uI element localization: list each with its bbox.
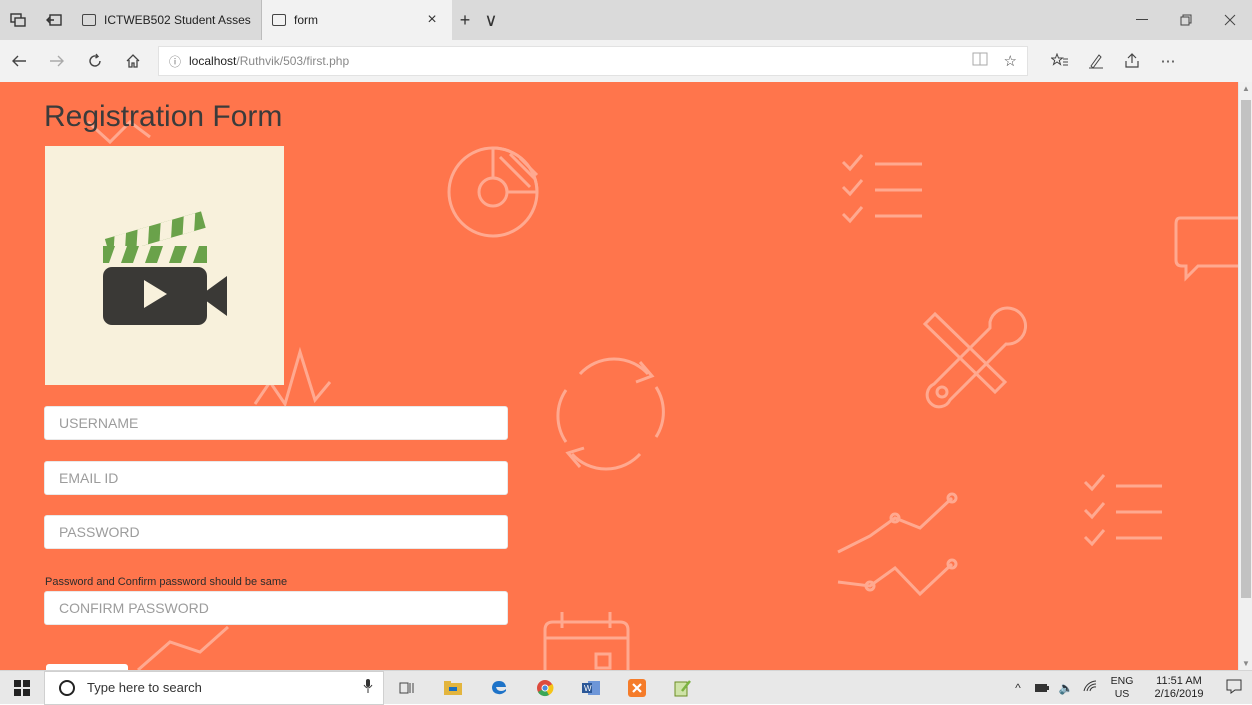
cortana-icon xyxy=(59,679,75,696)
refresh-cycle-decor-icon xyxy=(556,357,665,471)
site-info-icon[interactable]: ⓘ xyxy=(169,53,181,70)
page-icon xyxy=(272,14,286,26)
show-hidden-icons-chevron-icon[interactable]: ^ xyxy=(1006,681,1030,695)
search-placeholder: Type here to search xyxy=(87,680,202,695)
tools-decor-icon xyxy=(922,306,1028,409)
pen-notes-icon[interactable] xyxy=(1078,40,1114,82)
address-toolbar: ⓘ localhost /Ruthvik/503/first.php ☆ ⋯ xyxy=(0,40,1252,82)
home-icon[interactable] xyxy=(114,40,152,82)
checklist-decor-icon-2 xyxy=(1083,474,1162,547)
password-input[interactable] xyxy=(44,515,508,549)
new-tab-button[interactable]: + xyxy=(452,10,478,31)
back-arrow-icon[interactable] xyxy=(0,40,38,82)
speech-bubble-decor-icon xyxy=(1174,216,1238,282)
password-hint: Password and Confirm password should be … xyxy=(45,576,288,588)
windows-start-icon[interactable] xyxy=(0,671,44,705)
xampp-icon[interactable] xyxy=(614,671,660,705)
svg-text:W: W xyxy=(584,684,592,693)
wifi-icon[interactable] xyxy=(1078,680,1102,695)
microphone-icon[interactable] xyxy=(353,679,383,696)
line-graph-decor-icon xyxy=(837,492,958,597)
confirm-password-input[interactable] xyxy=(44,591,508,625)
tab-form[interactable]: form × xyxy=(262,0,452,40)
url-path: /Ruthvik/503/first.php xyxy=(236,54,350,68)
close-window-icon[interactable] xyxy=(1208,0,1252,40)
task-view-icon[interactable] xyxy=(384,671,430,705)
battery-icon[interactable] xyxy=(1030,681,1054,695)
file-explorer-icon[interactable] xyxy=(430,671,476,705)
word-icon[interactable]: W xyxy=(568,671,614,705)
refresh-icon[interactable] xyxy=(76,40,114,82)
browser-title-bar: ICTWEB502 Student Assessi form × + ∨ xyxy=(0,0,1252,40)
region-code: US xyxy=(1114,687,1130,700)
decor-small-graph xyxy=(137,625,229,670)
system-tray: ^ 🔈 ENG US 11:51 AM 2/16/2019 xyxy=(1006,671,1252,705)
address-field[interactable]: ⓘ localhost /Ruthvik/503/first.php ☆ xyxy=(158,46,1028,76)
action-center-icon[interactable] xyxy=(1216,678,1252,697)
restore-icon[interactable] xyxy=(1164,0,1208,40)
page-viewport: Registration Form USERNAME EMAIL ID Pass… xyxy=(0,82,1238,670)
windows-taskbar: Type here to search W ^ 🔈 ENG US 11:51 A… xyxy=(0,670,1252,705)
pdf-page-icon xyxy=(82,14,96,26)
forward-arrow-icon[interactable] xyxy=(38,40,76,82)
input-language[interactable]: ENG US xyxy=(1102,675,1142,701)
checklist-decor-icon xyxy=(841,154,922,224)
calendar-decor-icon xyxy=(543,612,630,670)
reading-view-icon[interactable] xyxy=(972,52,988,70)
url-host: localhost xyxy=(189,54,237,68)
edge-browser-icon[interactable] xyxy=(476,671,522,705)
tab-title: ICTWEB502 Student Assessi xyxy=(104,13,251,27)
logo-image xyxy=(45,146,284,385)
clock[interactable]: 11:51 AM 2/16/2019 xyxy=(1142,675,1216,701)
username-input[interactable] xyxy=(44,406,508,440)
clapperboard-video-icon xyxy=(103,211,227,325)
page-title: Registration Form xyxy=(44,100,283,133)
taskbar-search[interactable]: Type here to search xyxy=(44,670,384,705)
favorites-hub-icon[interactable] xyxy=(1042,40,1078,82)
scroll-down-icon[interactable]: ▼ xyxy=(1239,659,1252,668)
tab-title: form xyxy=(294,13,318,27)
notepad-plus-icon[interactable] xyxy=(660,671,706,705)
clock-time: 11:51 AM xyxy=(1156,674,1202,687)
volume-icon[interactable]: 🔈 xyxy=(1054,681,1078,695)
share-icon[interactable] xyxy=(1114,40,1150,82)
language-code: ENG xyxy=(1110,674,1134,687)
close-tab-icon[interactable]: × xyxy=(422,11,442,29)
tab-ictweb502[interactable]: ICTWEB502 Student Assessi xyxy=(72,0,262,40)
set-tabs-aside-icon[interactable] xyxy=(36,0,72,40)
favorite-star-icon[interactable]: ☆ xyxy=(1004,52,1017,70)
chrome-icon[interactable] xyxy=(522,671,568,705)
scroll-thumb[interactable] xyxy=(1241,100,1251,598)
page-scrollbar[interactable]: ▲ ▼ xyxy=(1238,82,1252,670)
more-menu-icon[interactable]: ⋯ xyxy=(1150,40,1186,82)
clock-date: 2/16/2019 xyxy=(1154,687,1204,700)
pie-chart-decor-icon xyxy=(447,146,539,238)
tab-list-chevron-icon[interactable]: ∨ xyxy=(478,10,504,31)
scroll-up-icon[interactable]: ▲ xyxy=(1239,84,1252,93)
minimize-icon[interactable] xyxy=(1120,0,1164,40)
tab-preview-icon[interactable] xyxy=(0,0,36,40)
email-input[interactable] xyxy=(44,461,508,495)
